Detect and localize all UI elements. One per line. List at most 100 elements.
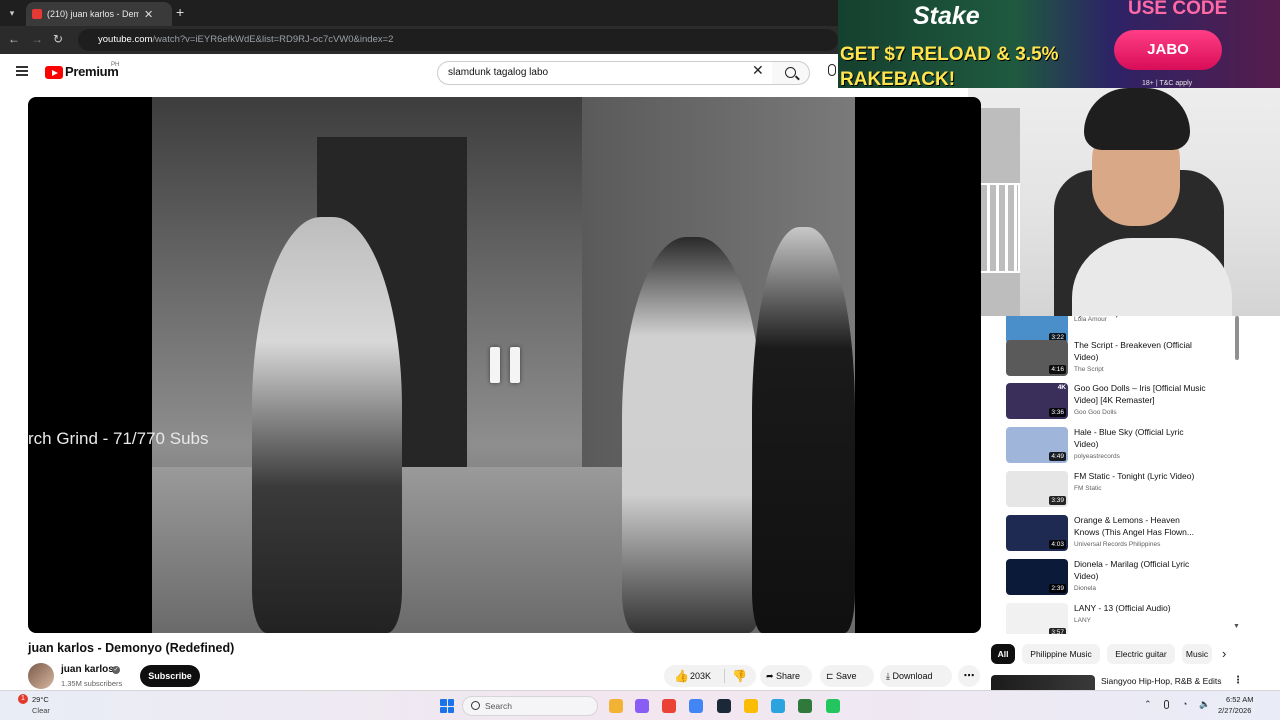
playlist-thumbnail[interactable]: 3:39 — [1006, 471, 1068, 507]
save-label: Save — [836, 671, 857, 681]
playlist-item-title[interactable]: LANY - 13 (Official Audio) — [1074, 603, 1206, 615]
taskbar-app-icon[interactable] — [635, 699, 649, 713]
search-input[interactable]: slamdunk tagalog labo — [437, 61, 773, 85]
subscribe-button[interactable]: Subscribe — [140, 665, 200, 687]
playlist-item-title[interactable]: Hale - Blue Sky (Official Lyric Video) — [1074, 427, 1206, 450]
video-title: juan karlos - Demonyo (Redefined) — [28, 641, 235, 655]
playlist-thumbnail[interactable]: 4:49 — [1006, 427, 1068, 463]
recommendation-title[interactable]: Siangyoo Hip-Hop, R&B & Edits — [1101, 676, 1221, 686]
clear-search-icon[interactable]: ✕ — [752, 62, 764, 79]
webcam-background-gate — [976, 183, 1020, 273]
pause-icon[interactable] — [490, 347, 520, 383]
subscriber-count: 1.35M subscribers — [61, 679, 123, 688]
taskbar-app-icon[interactable] — [798, 699, 812, 713]
forward-icon[interactable]: → — [31, 32, 43, 46]
like-icon[interactable]: 👍 — [674, 665, 689, 687]
playlist-thumbnail[interactable]: 2:39 — [1006, 559, 1068, 595]
more-actions-button[interactable]: ⋯ — [958, 665, 980, 687]
playlist-item-title[interactable]: Orange & Lemons - Heaven Knows (This Ang… — [1074, 515, 1206, 538]
region-code: PH — [111, 62, 120, 68]
playlist-item-channel: The Script — [1074, 366, 1104, 373]
playlist-item[interactable]: 3:39 FM Static - Tonight (Lyric Video) FM … — [1006, 471, 1236, 511]
save-button[interactable]: ⊏ Save — [820, 665, 874, 687]
duration-badge: 3:36 — [1049, 408, 1066, 417]
taskbar-search[interactable]: Search — [462, 696, 598, 716]
chip-electric-guitar[interactable]: Electric guitar — [1107, 644, 1175, 664]
search-button[interactable] — [772, 61, 810, 85]
weather-temperature[interactable]: 29°C — [32, 695, 49, 704]
scroll-down-icon[interactable]: ▼ — [1233, 623, 1240, 630]
playlist-thumbnail[interactable]: 4:16 — [1006, 340, 1068, 376]
like-count[interactable]: 203K — [690, 665, 711, 687]
ad-code-button[interactable]: JABO — [1114, 30, 1222, 70]
playlist-item-title[interactable]: Dionela - Marilag (Official Lyric Video) — [1074, 559, 1206, 582]
playlist-item-channel: Dionela — [1074, 585, 1097, 592]
voice-search-icon[interactable] — [828, 64, 836, 76]
taskbar-app-icon[interactable] — [771, 699, 785, 713]
chip-music[interactable]: Music — [1182, 644, 1212, 664]
duration-badge: 4:49 — [1049, 452, 1066, 461]
tray-expand-icon[interactable]: ⌃ — [1144, 699, 1152, 710]
video-person-center — [622, 237, 762, 633]
playlist-item[interactable]: 3:36 4K Goo Goo Dolls – Iris [Official Mus… — [1006, 383, 1236, 423]
taskbar-app-icon[interactable] — [744, 699, 758, 713]
playlist-item-title[interactable]: The Script - Breakeven (Official Video) — [1074, 340, 1206, 363]
tab-close-icon[interactable]: ✕ — [144, 8, 153, 21]
playlist-item[interactable]: 3:57 LANY - 13 (Official Audio) LANY — [1006, 603, 1236, 634]
windows-start-icon[interactable] — [440, 699, 454, 713]
ad-brand-logo: Stake — [913, 2, 980, 30]
video-player[interactable]: rch Grind - 71/770 Subs — [28, 97, 981, 633]
playlist-item[interactable]: 4:03 Orange & Lemons - Heaven Knows (This… — [1006, 515, 1236, 555]
taskbar-app-icon[interactable] — [717, 699, 731, 713]
menu-icon[interactable] — [16, 66, 28, 76]
playlist-item[interactable]: 4:16 The Script - Breakeven (Official Vid… — [1006, 340, 1236, 380]
new-tab-button[interactable]: + — [176, 4, 184, 20]
more-options-icon[interactable]: ⋮ — [1233, 675, 1243, 686]
youtube-favicon-icon — [32, 9, 42, 19]
download-button[interactable]: ⤓ Download — [880, 665, 952, 687]
duration-badge: 4:03 — [1049, 540, 1066, 549]
clock-time[interactable]: 6:52 AM — [1226, 695, 1254, 704]
chip-all[interactable]: All — [991, 644, 1015, 664]
playlist-item-title[interactable]: Goo Goo Dolls – Iris [Official Music Vid… — [1074, 383, 1206, 406]
address-bar[interactable]: youtube.com/watch?v=iEYR6efkWdE&list=RD9… — [78, 29, 838, 51]
video-person-left — [252, 217, 402, 633]
ad-use-code-label: USE CODE — [1128, 0, 1228, 19]
playlist-item[interactable]: 4:49 Hale - Blue Sky (Official Lyric Vide… — [1006, 427, 1236, 467]
weather-alert-icon[interactable]: 1 — [18, 694, 28, 704]
tab-search-icon[interactable]: ▾ — [4, 5, 20, 21]
playlist-thumbnail[interactable]: 3:57 — [1006, 603, 1068, 634]
volume-icon[interactable]: 🔈 — [1199, 699, 1210, 710]
chip-philippine-music[interactable]: Philippine Music — [1022, 644, 1100, 664]
playlist-item-channel: LANY — [1074, 617, 1091, 624]
network-icon[interactable]: ◔ — [1182, 699, 1187, 709]
download-label: Download — [892, 671, 933, 681]
chevron-right-icon[interactable]: › — [1222, 646, 1226, 661]
playlist-thumbnail[interactable]: 3:36 4K — [1006, 383, 1068, 419]
microphone-icon[interactable] — [1164, 700, 1169, 709]
channel-name[interactable]: juan karlos — [61, 664, 114, 675]
taskbar-app-icon[interactable] — [826, 699, 840, 713]
dislike-icon[interactable]: 👎 — [732, 665, 747, 687]
weather-condition[interactable]: Clear — [32, 706, 50, 715]
taskbar-app-icon[interactable] — [689, 699, 703, 713]
playlist-item-title[interactable]: FM Static - Tonight (Lyric Video) — [1074, 471, 1206, 483]
back-icon[interactable]: ← — [8, 32, 20, 46]
playlist-thumbnail[interactable]: 4:03 — [1006, 515, 1068, 551]
share-label: Share — [776, 671, 801, 681]
browser-tab[interactable]: (210) juan karlos - Demony ✕ — [26, 2, 172, 26]
channel-avatar[interactable] — [28, 663, 54, 689]
taskbar-app-icon[interactable] — [609, 699, 623, 713]
like-dislike-group: 👍 203K 👎 — [664, 665, 756, 687]
reload-icon[interactable]: ↻ — [53, 32, 63, 46]
duration-badge: 2:39 — [1049, 584, 1066, 593]
stream-overlay-text: rch Grind - 71/770 Subs — [28, 429, 209, 448]
playlist-scrollbar[interactable] — [1235, 316, 1239, 360]
recommendation-thumbnail[interactable] — [991, 675, 1095, 690]
share-button[interactable]: ➦ Share — [760, 665, 812, 687]
youtube-logo-icon[interactable] — [45, 66, 63, 79]
taskbar-app-icon[interactable] — [662, 699, 676, 713]
playlist-item[interactable]: 2:39 Dionela - Marilag (Official Lyric Vi… — [1006, 559, 1236, 599]
stake-ad-banner[interactable]: Stake GET $7 RELOAD & 3.5% RAKEBACK! USE… — [838, 0, 1280, 88]
clock-date[interactable]: 2/27/2026 — [1218, 706, 1251, 715]
